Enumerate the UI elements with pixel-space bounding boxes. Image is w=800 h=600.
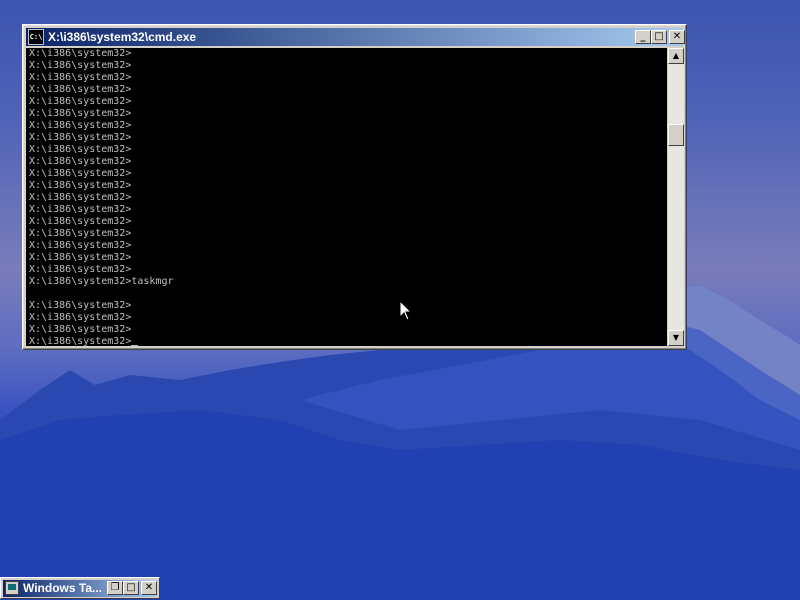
minimized-window-title: Windows Ta... — [23, 581, 103, 595]
console-line: X:\i386\system32> — [29, 60, 132, 71]
console-line: X:\i386\system32> — [29, 84, 132, 95]
minimize-button[interactable]: _ — [635, 30, 651, 44]
minimized-task-manager-window[interactable]: Windows Ta... ❐ □ ✕ — [0, 577, 160, 599]
console-output[interactable]: X:\i386\system32> X:\i386\system32> X:\i38… — [26, 48, 667, 346]
console-lines: X:\i386\system32> X:\i386\system32> X:\i38… — [26, 48, 667, 346]
maximize-button[interactable]: □ — [123, 581, 139, 595]
text-cursor — [131, 345, 139, 346]
scrollbar-thumb[interactable] — [668, 124, 684, 146]
desktop: C:\ X:\i386\system32\cmd.exe _ □ ✕ X:\i3… — [0, 0, 800, 600]
close-button[interactable]: ✕ — [141, 581, 157, 595]
console-line: X:\i386\system32> — [29, 204, 132, 215]
cmd-window-title: X:\i386\system32\cmd.exe — [48, 30, 197, 44]
console-line: X:\i386\system32> — [29, 108, 132, 119]
maximize-button[interactable]: □ — [651, 30, 667, 44]
scroll-down-button[interactable]: ▼ — [668, 330, 684, 346]
console-line: X:\i386\system32> — [29, 264, 132, 275]
console-line: X:\i386\system32> — [29, 324, 132, 335]
console-line: X:\i386\system32> — [29, 72, 132, 83]
console-line: X:\i386\system32> — [29, 120, 132, 131]
restore-button[interactable]: ❐ — [107, 581, 123, 595]
console-line: X:\i386\system32> — [29, 312, 132, 323]
console-line: X:\i386\system32> — [29, 144, 132, 155]
console-line: X:\i386\system32> — [29, 156, 132, 167]
console-line: X:\i386\system32> — [29, 252, 132, 263]
console-line: X:\i386\system32> — [29, 336, 667, 346]
scroll-up-button[interactable]: ▲ — [668, 48, 684, 64]
console-line: X:\i386\system32> — [29, 192, 132, 203]
minimized-titlebar[interactable]: Windows Ta... ❐ □ ✕ — [3, 580, 157, 597]
console-line: X:\i386\system32> — [29, 240, 132, 251]
console-line: X:\i386\system32> — [29, 300, 132, 311]
console-line: X:\i386\system32> — [29, 216, 132, 227]
console-line: X:\i386\system32> — [29, 168, 132, 179]
task-manager-icon[interactable] — [5, 581, 19, 595]
mouse-pointer-icon — [399, 300, 413, 321]
cmd-window[interactable]: C:\ X:\i386\system32\cmd.exe _ □ ✕ X:\i3… — [22, 24, 687, 350]
console-line: X:\i386\system32> — [29, 132, 132, 143]
console-line: X:\i386\system32> — [29, 48, 132, 59]
vertical-scrollbar[interactable]: ▲ ▼ — [668, 48, 684, 346]
cmd-app-icon[interactable]: C:\ — [28, 29, 44, 45]
console-line: X:\i386\system32> — [29, 180, 132, 191]
close-button[interactable]: ✕ — [669, 30, 685, 44]
console-line: X:\i386\system32> — [29, 228, 132, 239]
console-line: X:\i386\system32>taskmgr — [29, 276, 174, 287]
console-line: X:\i386\system32> — [29, 96, 132, 107]
cmd-titlebar[interactable]: C:\ X:\i386\system32\cmd.exe _ □ ✕ — [26, 28, 685, 46]
